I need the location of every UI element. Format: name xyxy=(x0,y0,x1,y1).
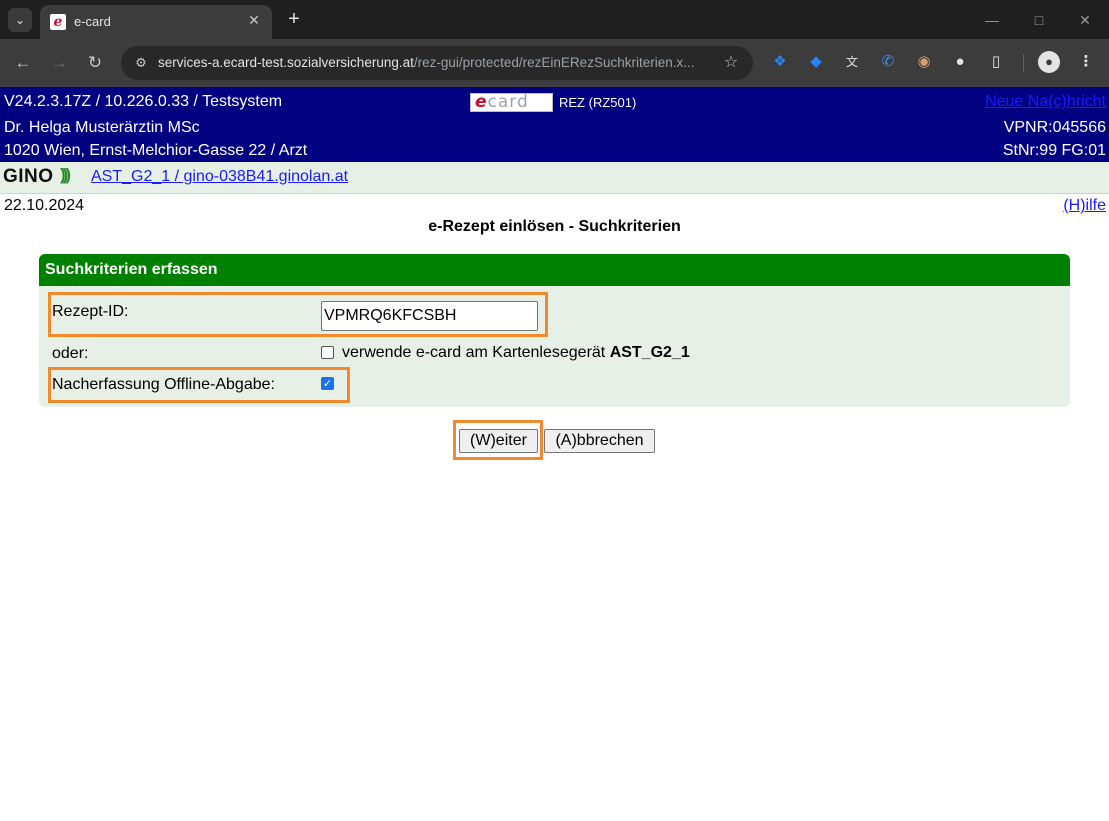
arrow-right-icon: → xyxy=(50,53,68,72)
owl-icon: ◉ xyxy=(917,53,931,70)
minimize-button[interactable]: — xyxy=(980,8,1004,32)
kebab-menu-icon: ⋮ xyxy=(1078,53,1094,70)
gino-logo: GINO xyxy=(3,166,54,187)
close-window-button[interactable]: ✕ xyxy=(1073,8,1097,32)
signal-waves-icon: ))) xyxy=(60,165,71,184)
maximize-icon: □ xyxy=(1034,12,1044,28)
current-date: 22.10.2024 xyxy=(4,197,85,214)
arrow-left-icon: ← xyxy=(14,53,32,72)
extensions-button[interactable]: ▯ xyxy=(985,51,1007,73)
address-bar[interactable]: ⚙ services-a.ecard-test.sozialversicheru… xyxy=(121,46,753,80)
page-content: V24.2.3.17Z / 10.226.0.33 / Testsystem D… xyxy=(0,87,1109,821)
page-title: e-Rezept einlösen - Suchkriterien xyxy=(428,218,681,235)
close-icon: ✕ xyxy=(248,12,260,28)
use-ecard-checkbox[interactable] xyxy=(321,346,334,359)
doctor-address: 1020 Wien, Ernst-Melchior-Gasse 22 / Arz… xyxy=(4,142,308,159)
profile-button[interactable]: ● xyxy=(1038,51,1060,73)
oder-label: oder: xyxy=(52,345,89,362)
tune-icon: ⚙ xyxy=(135,55,147,70)
gino-connection-link[interactable]: AST_G2_1 / gino-038B41.ginolan.at xyxy=(91,168,348,186)
section-header: Suchkriterien erfassen xyxy=(39,254,1070,286)
weiter-button[interactable]: (W)eiter xyxy=(459,429,538,453)
gino-bar: GINO ))) AST_G2_1 / gino-038B41.ginolan.… xyxy=(0,162,1109,194)
plus-icon: + xyxy=(288,8,300,30)
offline-checkbox[interactable]: ✓ xyxy=(321,377,334,390)
back-button[interactable]: ← xyxy=(11,51,35,75)
offline-label: Nacherfassung Offline-Abgabe: xyxy=(52,376,275,393)
maximize-button[interactable]: □ xyxy=(1027,8,1051,32)
diamond-icon: ◆ xyxy=(810,53,822,70)
ecard-logo: ecard xyxy=(470,93,553,112)
browser-toolbar: ← → ↻ ⚙ services-a.ecard-test.sozialvers… xyxy=(0,39,1109,87)
puzzle-icon: ▯ xyxy=(991,53,1001,70)
browser-tab[interactable]: e e-card ✕ xyxy=(40,5,272,39)
close-tab-button[interactable]: ✕ xyxy=(244,10,264,30)
phone-extension-button[interactable]: ✆ xyxy=(877,51,899,73)
tab-title: e-card xyxy=(74,14,111,29)
abbrechen-button[interactable]: (A)bbrechen xyxy=(544,429,655,453)
url-host: services-a.ecard-test.sozialversicherung… xyxy=(158,55,414,70)
url-text[interactable]: services-a.ecard-test.sozialversicherung… xyxy=(158,55,706,70)
help-link[interactable]: (H)ilfe xyxy=(1063,197,1106,215)
forward-button[interactable]: → xyxy=(47,51,71,75)
ecard-header: V24.2.3.17Z / 10.226.0.33 / Testsystem D… xyxy=(0,87,1109,162)
reload-button[interactable]: ↻ xyxy=(83,51,107,75)
reload-icon: ↻ xyxy=(87,53,103,72)
url-path: /rez-gui/protected/rezEinERezSuchkriteri… xyxy=(413,55,695,70)
stnr-fg: StNr:99 FG:01 xyxy=(1002,142,1106,159)
tab-search-button[interactable]: ⌄ xyxy=(8,8,32,32)
new-message-link[interactable]: Neue Na(c)hricht xyxy=(985,93,1106,111)
person-icon: ● xyxy=(1045,54,1053,69)
translate-icon: 文 xyxy=(845,55,858,69)
ecard-favicon-icon: e xyxy=(50,14,66,30)
vpnr: VPNR:045566 xyxy=(1003,119,1106,136)
bookmark-button[interactable]: ☆ xyxy=(721,53,741,73)
version-info: V24.2.3.17Z / 10.226.0.33 / Testsystem xyxy=(4,93,283,110)
new-tab-button[interactable]: + xyxy=(282,7,306,31)
toolbar-divider xyxy=(1023,54,1024,72)
checkmark-icon: ✓ xyxy=(322,378,333,390)
jira-extension-button[interactable]: ❖ xyxy=(769,51,791,73)
owl-extension-button[interactable]: ◉ xyxy=(913,51,935,73)
browser-menu-button[interactable]: ⋮ xyxy=(1075,51,1097,73)
browser-tabstrip: ⌄ e e-card ✕ + — □ ✕ xyxy=(0,0,1109,39)
diamond-extension-button[interactable]: ◆ xyxy=(805,51,827,73)
ghost-extension-button[interactable]: ● xyxy=(949,51,971,73)
close-icon: ✕ xyxy=(1079,12,1091,28)
star-icon: ☆ xyxy=(723,54,739,71)
use-ecard-label: verwende e-card am Kartenlesegerät AST_G… xyxy=(342,344,690,361)
ghost-icon: ● xyxy=(955,53,965,70)
doctor-name: Dr. Helga Musterärztin MSc xyxy=(4,119,200,136)
jira-icon: ❖ xyxy=(773,53,787,70)
rezept-id-input[interactable] xyxy=(321,301,538,331)
translate-extension-button[interactable]: 文 xyxy=(841,51,863,73)
site-info-button[interactable]: ⚙ xyxy=(131,53,151,73)
rezept-id-label: Rezept-ID: xyxy=(52,303,129,320)
chevron-down-icon: ⌄ xyxy=(14,13,26,27)
minimize-icon: — xyxy=(985,12,999,28)
phone-icon: ✆ xyxy=(881,53,895,70)
system-label: REZ (RZ501) xyxy=(559,95,637,110)
